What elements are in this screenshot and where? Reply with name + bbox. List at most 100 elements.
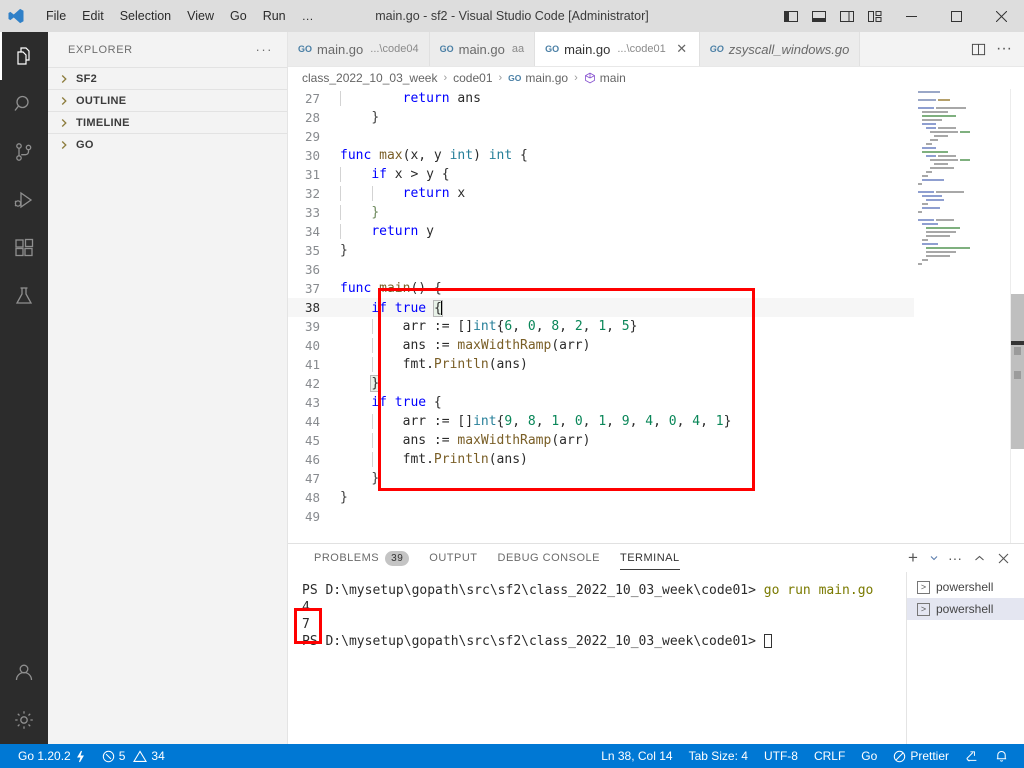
terminal-scrollbar[interactable] bbox=[896, 572, 906, 745]
code-line[interactable]: 27 return ans bbox=[288, 89, 914, 108]
code-line[interactable]: 36 bbox=[288, 260, 914, 279]
terminal-output[interactable]: PS D:\mysetup\gopath\src\sf2\class_2022_… bbox=[288, 572, 906, 745]
breadcrumb-item-subfolder[interactable]: code01 bbox=[453, 71, 492, 85]
menu-go[interactable]: Go bbox=[222, 4, 255, 28]
window-maximize-button[interactable] bbox=[934, 0, 979, 32]
activitybar-testing[interactable] bbox=[0, 272, 48, 320]
code-line[interactable]: 32 return x bbox=[288, 184, 914, 203]
new-terminal-icon[interactable]: + bbox=[902, 546, 924, 570]
code-editor[interactable]: 27 return ans 28 } 29 30 func max(x, y i… bbox=[288, 89, 1024, 543]
tab-label: main.go bbox=[564, 41, 611, 57]
minimap[interactable] bbox=[914, 89, 1010, 543]
window-close-button[interactable] bbox=[979, 0, 1024, 32]
code-line[interactable]: 43 if true { bbox=[288, 393, 914, 412]
breadcrumb-item-symbol[interactable]: main bbox=[584, 71, 626, 85]
menu-file[interactable]: File bbox=[38, 4, 74, 28]
code-line[interactable]: 28 } bbox=[288, 108, 914, 127]
window-minimize-button[interactable] bbox=[889, 0, 934, 32]
menu-selection[interactable]: Selection bbox=[112, 4, 179, 28]
status-bar: Go 1.20.2 5 34 Ln 38, Col 14 Tab Size: 4… bbox=[0, 744, 1024, 768]
close-panel-icon[interactable] bbox=[992, 546, 1014, 570]
more-editor-actions-icon[interactable]: ··· bbox=[992, 35, 1016, 63]
line-number: 48 bbox=[304, 490, 320, 505]
maximize-panel-icon[interactable] bbox=[968, 546, 990, 570]
toggle-secondary-sidebar-icon[interactable] bbox=[833, 0, 861, 32]
panel-tab-terminal[interactable]: TERMINAL bbox=[610, 544, 690, 572]
status-indentation[interactable]: Tab Size: 4 bbox=[681, 744, 756, 768]
sidebar-more-actions[interactable]: ··· bbox=[256, 42, 280, 57]
prohibited-icon bbox=[893, 750, 906, 763]
code-line[interactable]: 37 func main() { bbox=[288, 279, 914, 298]
code-line[interactable]: 45 ans := maxWidthRamp(arr) bbox=[288, 431, 914, 450]
activitybar-search[interactable] bbox=[0, 80, 48, 128]
code-line[interactable]: 47 } bbox=[288, 469, 914, 488]
menu-run[interactable]: Run bbox=[255, 4, 294, 28]
code-line[interactable]: 42 } bbox=[288, 374, 914, 393]
menu-more-button[interactable]: … bbox=[294, 6, 323, 26]
tab-main-go-code04[interactable]: GO main.go ...\code04 bbox=[288, 32, 430, 66]
status-language-mode[interactable]: Go bbox=[853, 744, 885, 768]
code-line[interactable]: 33 } bbox=[288, 203, 914, 222]
breadcrumb-item-folder[interactable]: class_2022_10_03_week bbox=[302, 71, 437, 85]
activitybar-extensions[interactable] bbox=[0, 224, 48, 272]
status-eol[interactable]: CRLF bbox=[806, 744, 853, 768]
tab-main-go-code01[interactable]: GO main.go ...\code01 ✕ bbox=[535, 32, 700, 66]
status-encoding[interactable]: UTF-8 bbox=[756, 744, 806, 768]
status-go-version[interactable]: Go 1.20.2 bbox=[10, 744, 94, 768]
code-line[interactable]: 40 ans := maxWidthRamp(arr) bbox=[288, 336, 914, 355]
activitybar-run-and-debug[interactable] bbox=[0, 176, 48, 224]
code-lines[interactable]: 27 return ans 28 } 29 30 func max(x, y i… bbox=[288, 89, 914, 543]
panel-tab-output[interactable]: OUTPUT bbox=[419, 544, 487, 572]
code-line[interactable]: 49 bbox=[288, 507, 914, 526]
code-line[interactable]: 44 arr := []int{9, 8, 1, 0, 1, 9, 4, 0, … bbox=[288, 412, 914, 431]
breadcrumb-item-file[interactable]: GO main.go bbox=[508, 71, 568, 85]
editor-scrollbar[interactable] bbox=[1010, 89, 1024, 543]
tab-close-icon[interactable]: ✕ bbox=[675, 41, 689, 57]
panel-tab-bar: PROBLEMS 39 OUTPUT DEBUG CONSOLE TERMINA… bbox=[288, 544, 1024, 572]
menu-view-label: View bbox=[187, 9, 215, 23]
code-line[interactable]: 29 bbox=[288, 127, 914, 146]
code-line[interactable]: 41 fmt.Println(ans) bbox=[288, 355, 914, 374]
status-notifications[interactable] bbox=[987, 744, 1016, 768]
code-line[interactable]: 31 if x > y { bbox=[288, 165, 914, 184]
activitybar-manage[interactable] bbox=[0, 696, 48, 744]
tab-main-go-aa[interactable]: GO main.go aa bbox=[429, 32, 536, 66]
tab-zsyscall-windows-go[interactable]: GO zsyscall_windows.go bbox=[699, 32, 861, 66]
status-prettier[interactable]: Prettier bbox=[885, 744, 957, 768]
sidebar-section-sf2[interactable]: SF2 bbox=[48, 67, 287, 89]
code-line-current[interactable]: 38 if true { bbox=[288, 298, 914, 317]
status-editor-position[interactable]: Ln 38, Col 14 bbox=[593, 744, 680, 768]
panel-more-actions-icon[interactable]: ··· bbox=[944, 546, 966, 570]
split-editor-icon[interactable] bbox=[966, 35, 990, 63]
problems-count-badge: 39 bbox=[385, 550, 410, 566]
sidebar-section-timeline[interactable]: TIMELINE bbox=[48, 111, 287, 133]
menu-edit[interactable]: Edit bbox=[74, 4, 112, 28]
terminal-prompt: PS D:\mysetup\gopath\src\sf2\class_2022_… bbox=[302, 634, 756, 649]
line-content: fmt.Println(ans) bbox=[340, 357, 528, 372]
sidebar-section-outline[interactable]: OUTLINE bbox=[48, 89, 287, 111]
code-line[interactable]: 39 arr := []int{6, 0, 8, 2, 1, 5} bbox=[288, 317, 914, 336]
terminal-instance[interactable]: > powershell bbox=[907, 576, 1024, 598]
activitybar-source-control[interactable] bbox=[0, 128, 48, 176]
panel-tab-problems[interactable]: PROBLEMS 39 bbox=[304, 544, 419, 572]
code-line[interactable]: 35 } bbox=[288, 241, 914, 260]
status-remote-host[interactable] bbox=[957, 744, 987, 768]
terminal-instance-selected[interactable]: > powershell bbox=[907, 598, 1024, 620]
code-line[interactable]: 30 func max(x, y int) int { bbox=[288, 146, 914, 165]
terminal-dropdown-icon[interactable] bbox=[926, 546, 942, 570]
code-line[interactable]: 34 return y bbox=[288, 222, 914, 241]
activitybar-explorer[interactable] bbox=[0, 32, 48, 80]
toggle-primary-sidebar-icon[interactable] bbox=[777, 0, 805, 32]
sidebar-section-go[interactable]: GO bbox=[48, 133, 287, 155]
code-line[interactable]: 46 fmt.Println(ans) bbox=[288, 450, 914, 469]
chevron-right-icon bbox=[56, 115, 72, 131]
status-problems[interactable]: 5 34 bbox=[94, 744, 173, 768]
panel-tab-debug-console[interactable]: DEBUG CONSOLE bbox=[488, 544, 610, 572]
customize-layout-icon[interactable] bbox=[861, 0, 889, 32]
code-line[interactable]: 48 } bbox=[288, 488, 914, 507]
line-content: ans := maxWidthRamp(arr) bbox=[340, 433, 591, 448]
activitybar-accounts[interactable] bbox=[0, 648, 48, 696]
menu-view[interactable]: View bbox=[179, 4, 222, 28]
toggle-panel-icon[interactable] bbox=[805, 0, 833, 32]
line-number: 30 bbox=[304, 148, 320, 163]
